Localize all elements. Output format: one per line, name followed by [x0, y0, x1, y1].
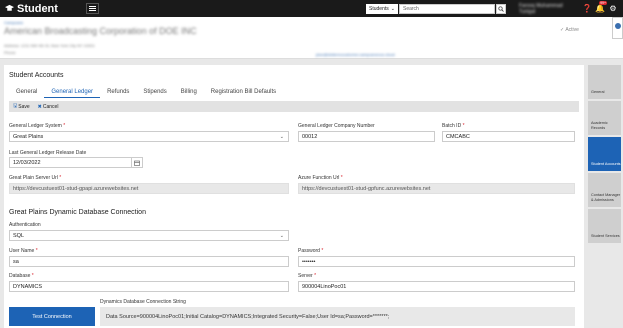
notification-badge: 99+: [599, 0, 607, 5]
chat-side-tab[interactable]: [612, 17, 623, 39]
authentication-select[interactable]: SQL ⌄: [9, 230, 289, 241]
graduation-cap-icon: [5, 4, 14, 11]
tab-billing[interactable]: Billing: [174, 87, 204, 98]
release-date-label: Last General Ledger Release Date: [9, 150, 87, 156]
username-label: User Name *: [9, 248, 38, 254]
test-connection-button[interactable]: Test Connection: [9, 307, 95, 326]
save-button[interactable]: 🖫 Save: [13, 103, 30, 111]
gl-system-select[interactable]: Great Plains ⌄: [9, 131, 289, 142]
authentication-value: SQL: [13, 232, 25, 239]
password-label: Password *: [298, 248, 324, 254]
search-placeholder: Search: [403, 5, 419, 12]
status-badge: ✓ Active: [560, 27, 579, 33]
panel-title: Student Accounts: [9, 72, 64, 79]
organization-name: American Broadcasting Corporation of DOE…: [4, 26, 197, 36]
db-section-title: Great Plains Dynamic Database Connection: [9, 209, 146, 216]
password-input[interactable]: •••••••: [298, 256, 575, 267]
batch-id-label: Batch ID *: [442, 123, 465, 129]
gl-system-value: Great Plains: [13, 133, 44, 140]
nav-academic-records[interactable]: Academic Records: [588, 101, 621, 135]
batch-id-input[interactable]: CMCABC: [442, 131, 575, 142]
right-side-navigation: General Academic Records Student Account…: [588, 65, 623, 245]
gl-system-label: General Ledger System *: [9, 123, 66, 129]
save-label: Save: [18, 103, 30, 110]
notifications-bell-icon[interactable]: 🔔 99+: [595, 0, 607, 14]
release-date-value: 12/03/2022: [13, 159, 41, 166]
authentication-label: Authentication: [9, 222, 41, 228]
help-icon[interactable]: ❓: [582, 4, 592, 14]
top-navigation-bar: Student Students ⌄ Search Farooq Muhamma…: [0, 0, 623, 17]
nav-general[interactable]: General: [588, 65, 621, 99]
nav-student-accounts[interactable]: Student Accounts: [588, 137, 621, 171]
search-icon: [498, 5, 504, 12]
release-date-input[interactable]: 12/03/2022: [9, 157, 143, 168]
user-name[interactable]: Farooq Muhammad Tunigal: [519, 3, 579, 15]
tab-general[interactable]: General: [9, 87, 44, 98]
entity-header: Campuses American Broadcasting Corporati…: [0, 17, 623, 59]
nav-student-services[interactable]: Student Services: [588, 209, 621, 243]
database-input[interactable]: DYNAMICS: [9, 281, 289, 292]
username-input[interactable]: sa: [9, 256, 289, 267]
close-icon: ✖: [37, 103, 42, 110]
search-scope-select[interactable]: Students ⌄: [366, 3, 398, 14]
tab-stipends[interactable]: Stipends: [136, 87, 173, 98]
email-link[interactable]: jdoe@dddemocustomer.campusnexus.cloud: [316, 52, 395, 57]
nav-contact-manager[interactable]: Contact Manager & Admissions: [588, 173, 621, 207]
breadcrumb[interactable]: Campuses: [4, 20, 23, 25]
gl-company-input[interactable]: 00012: [298, 131, 435, 142]
menu-toggle-button[interactable]: [86, 3, 99, 14]
cancel-label: Cancel: [42, 103, 59, 110]
gp-server-input: https://devcustuest01-stud-gpapi.azurewe…: [9, 183, 289, 194]
phone: Phone: [4, 50, 16, 55]
form-toolbar: 🖫 Save ✖ Cancel: [9, 101, 579, 112]
search-input[interactable]: Search: [399, 3, 495, 14]
search-scope-value: Students: [369, 5, 389, 12]
app-title: Student: [17, 2, 58, 15]
server-input[interactable]: 900004LinoPoc01: [298, 281, 575, 292]
address: Address: 1211 NW 4th St, New York City N…: [4, 43, 95, 48]
search-button[interactable]: [496, 3, 506, 14]
chat-icon: [615, 23, 621, 29]
chevron-down-icon: ⌄: [279, 134, 284, 140]
chevron-down-icon: ⌄: [390, 5, 395, 12]
connection-string-label: Dynamics Database Connection String: [100, 299, 186, 305]
gp-server-label: Great Plain Server Url *: [9, 175, 62, 181]
tab-general-ledger[interactable]: General Ledger: [44, 87, 101, 98]
settings-gear-icon[interactable]: ⚙: [608, 4, 618, 14]
azure-function-label: Azure Function Url *: [298, 175, 343, 181]
connection-string-field: Data Source=900004LinoPoc01;Initial Cata…: [100, 307, 575, 326]
gl-company-label: General Ledger Company Number: [298, 123, 375, 129]
save-icon: 🖫: [13, 102, 18, 109]
student-accounts-panel: Student Accounts General General Ledger …: [4, 65, 584, 328]
tab-registration-bill-defaults[interactable]: Registration Bill Defaults: [204, 87, 283, 98]
cancel-button[interactable]: ✖ Cancel: [38, 104, 59, 110]
database-label: Database *: [9, 273, 34, 279]
calendar-icon[interactable]: [131, 158, 142, 167]
app-logo[interactable]: Student: [0, 3, 86, 15]
tab-refunds[interactable]: Refunds: [100, 87, 136, 98]
tab-bar: General General Ledger Refunds Stipends …: [9, 87, 283, 98]
server-label: Server *: [298, 273, 317, 279]
azure-function-input: https://devcustuest01-stud-gpfunc.azurew…: [298, 183, 575, 194]
chevron-down-icon: ⌄: [279, 233, 284, 239]
